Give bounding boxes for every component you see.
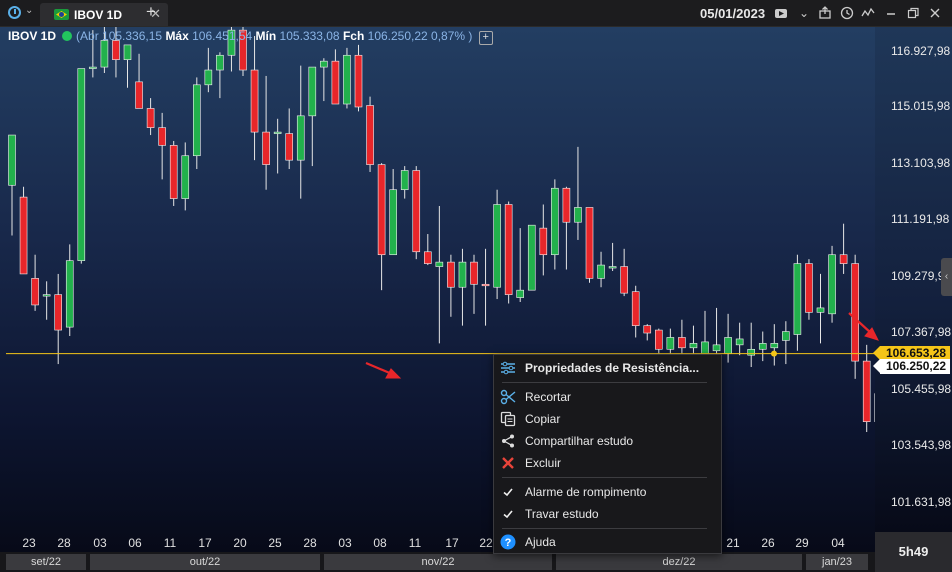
close-value: 106.250,22 bbox=[367, 29, 428, 43]
delete-x-icon bbox=[500, 455, 516, 471]
open-value: 105.336,15 bbox=[102, 29, 163, 43]
high-label: Máx bbox=[165, 29, 189, 43]
add-indicator-button[interactable]: + bbox=[478, 31, 493, 45]
menu-item-help[interactable]: ? Ajuda bbox=[494, 531, 721, 553]
high-value: 106.451,54 bbox=[192, 29, 253, 43]
checkmark-icon bbox=[500, 484, 516, 500]
menu-item-breakout-alarm[interactable]: Alarme de rompimento bbox=[494, 481, 721, 503]
menu-divider bbox=[502, 477, 707, 478]
menu-item-properties[interactable]: Propriedades de Resistência... bbox=[494, 357, 721, 379]
checkmark-icon bbox=[500, 506, 516, 522]
ohlc-info-bar: IBOV 1D (Abr 105.336,15 Máx 106.451,54 Mí… bbox=[8, 29, 493, 45]
help-icon: ? bbox=[500, 534, 516, 550]
menu-item-label: Compartilhar estudo bbox=[525, 434, 634, 448]
copy-icon bbox=[500, 411, 516, 427]
menu-divider bbox=[502, 528, 707, 529]
symbol-label: IBOV 1D bbox=[8, 29, 57, 43]
red-arrow-right bbox=[848, 312, 879, 341]
menu-item-label: Ajuda bbox=[525, 535, 556, 549]
red-arrow-left bbox=[365, 361, 402, 379]
context-menu: Propriedades de Resistência... Recortar … bbox=[493, 354, 722, 554]
menu-item-lock-study[interactable]: Travar estudo bbox=[494, 503, 721, 525]
menu-item-label: Excluir bbox=[525, 456, 562, 470]
sliders-icon bbox=[500, 360, 516, 376]
menu-item-delete[interactable]: Excluir bbox=[494, 452, 721, 474]
change-value: 0,87% ) bbox=[431, 29, 473, 43]
menu-item-label: Propriedades de Resistência... bbox=[525, 361, 700, 375]
menu-item-label: Alarme de rompimento bbox=[525, 485, 647, 499]
scissors-icon bbox=[500, 389, 516, 405]
low-value: 105.333,08 bbox=[279, 29, 340, 43]
svg-text:?: ? bbox=[505, 537, 512, 549]
open-label: (Abr bbox=[76, 29, 99, 43]
menu-item-cut[interactable]: Recortar bbox=[494, 386, 721, 408]
menu-item-share[interactable]: Compartilhar estudo bbox=[494, 430, 721, 452]
low-label: Mín bbox=[255, 29, 277, 43]
close-label: Fch bbox=[342, 29, 365, 43]
status-dot-icon bbox=[62, 31, 73, 41]
share-icon bbox=[500, 433, 516, 449]
annotation-arrows bbox=[365, 312, 879, 491]
menu-item-copy[interactable]: Copiar bbox=[494, 408, 721, 430]
menu-item-label: Travar estudo bbox=[525, 507, 599, 521]
menu-item-label: Recortar bbox=[525, 390, 572, 404]
menu-divider bbox=[502, 382, 707, 383]
menu-item-label: Copiar bbox=[525, 412, 561, 426]
